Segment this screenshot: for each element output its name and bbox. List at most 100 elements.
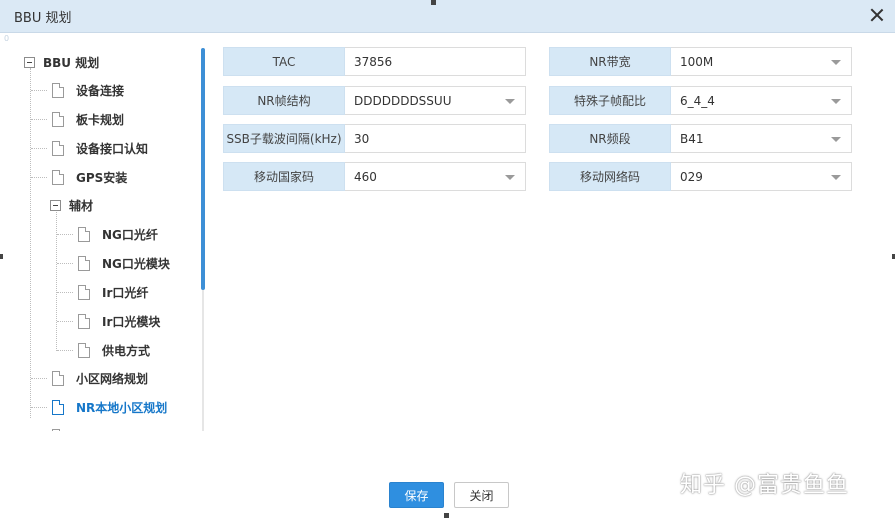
tree-scrollbar-track[interactable] (202, 290, 204, 431)
watermark: 知乎 @富贵鱼鱼 (680, 473, 849, 498)
tac-input[interactable]: 37856 (345, 47, 526, 76)
tree-connector (31, 177, 47, 178)
tree-node-device-connect[interactable]: 设备连接 (52, 78, 124, 102)
tree-node-label: BBU 规划 (43, 55, 100, 70)
tree-node-label: Ir口光纤 (102, 285, 149, 300)
navigation-tree: BBU 规划 设备连接 板卡规划 设备接口认知 GPS安装 辅材 NG口光纤 N… (0, 40, 208, 431)
mnc-field: 移动网络码 029 (549, 162, 852, 191)
tree-connector (31, 148, 47, 149)
tree-node-label: NG口光纤 (102, 227, 158, 242)
collapse-icon[interactable] (50, 199, 61, 211)
tree-node-ng-optical-module[interactable]: NG口光模块 (78, 251, 170, 275)
save-button[interactable]: 保存 (389, 482, 444, 508)
tree-connector (31, 90, 47, 91)
chevron-down-icon[interactable] (831, 99, 841, 104)
tree-connector (57, 350, 73, 351)
document-icon (78, 226, 90, 242)
mcc-field: 移动国家码 460 (223, 162, 526, 191)
ssb-subcarrier-spacing-label: SSB子载波间隔(kHz) (223, 124, 345, 153)
tree-connector (31, 119, 47, 120)
tree-node-interface-recognition[interactable]: 设备接口认知 (52, 136, 148, 160)
mnc-value: 029 (680, 169, 703, 184)
tree-node-label: Ir口光模块 (102, 314, 161, 329)
mnc-label: 移动网络码 (549, 162, 671, 191)
tree-connector (57, 321, 73, 322)
close-button[interactable]: 关闭 (454, 482, 509, 508)
mcc-value: 460 (354, 169, 377, 184)
chevron-down-icon[interactable] (831, 60, 841, 65)
resize-handle-top[interactable] (431, 0, 436, 5)
nr-band-label: NR频段 (549, 124, 671, 153)
tree-connector (57, 234, 73, 235)
ssb-subcarrier-spacing-value: 30 (354, 131, 370, 146)
tac-field: TAC 37856 (223, 47, 526, 76)
tree-node-ir-fiber[interactable]: Ir口光纤 (78, 280, 148, 304)
dialog-title: BBU 规划 (14, 11, 72, 26)
nr-band-field: NR频段 B41 (549, 124, 852, 153)
tree-node-label: 板卡规划 (76, 112, 125, 127)
dialog-title-bar: BBU 规划 (0, 0, 895, 33)
tree-node-gps-install[interactable]: GPS安装 (52, 165, 127, 189)
document-icon (52, 82, 64, 98)
nr-bandwidth-value: 100M (680, 54, 714, 69)
nr-frame-structure-select[interactable]: DDDDDDDSSUU (345, 86, 526, 115)
tree-connector (30, 68, 31, 418)
special-subframe-ratio-select[interactable]: 6_4_4 (671, 86, 852, 115)
tree-node-bbu-root[interactable]: BBU 规划 (24, 50, 99, 74)
tree-node-accessories[interactable]: 辅材 (50, 193, 93, 217)
tree-node-label: NR本地小区规划 (76, 400, 168, 415)
tree-connector (57, 263, 73, 264)
close-icon[interactable] (867, 5, 887, 25)
special-subframe-ratio-value: 6_4_4 (680, 93, 715, 108)
tree-node-nr-local-cell-planning[interactable]: NR本地小区规划 (52, 395, 167, 419)
mcc-label: 移动国家码 (223, 162, 345, 191)
tree-connector (56, 212, 57, 351)
tree-node-partial[interactable] (52, 424, 76, 431)
document-icon (52, 140, 64, 156)
ssb-subcarrier-spacing-field: SSB子载波间隔(kHz) 30 (223, 124, 526, 153)
nr-bandwidth-label: NR带宽 (549, 47, 671, 76)
tree-node-cell-network-planning[interactable]: 小区网络规划 (52, 366, 148, 390)
tree-node-label: NG口光模块 (102, 256, 170, 271)
tree-connector (31, 378, 47, 379)
document-icon (78, 255, 90, 271)
tree-node-label: 辅材 (69, 198, 94, 213)
tree-node-label: 供电方式 (102, 343, 151, 358)
document-icon (52, 428, 64, 431)
document-icon (52, 111, 64, 127)
tree-connector (57, 292, 73, 293)
tree-node-ir-optical-module[interactable]: Ir口光模块 (78, 309, 160, 333)
document-icon (52, 370, 64, 386)
nr-band-select[interactable]: B41 (671, 124, 852, 153)
resize-handle-bottom[interactable] (444, 513, 449, 518)
tree-connector (31, 407, 47, 408)
nr-frame-structure-field: NR帧结构 DDDDDDDSSUU (223, 86, 526, 115)
document-icon (52, 169, 64, 185)
nr-frame-structure-label: NR帧结构 (223, 86, 345, 115)
tree-node-ng-fiber[interactable]: NG口光纤 (78, 222, 158, 246)
tree-node-label: GPS安装 (76, 170, 128, 185)
tree-node-power-supply[interactable]: 供电方式 (78, 338, 150, 362)
chevron-down-icon[interactable] (831, 175, 841, 180)
tac-value: 37856 (354, 54, 393, 69)
document-icon (52, 399, 64, 415)
nr-frame-structure-value: DDDDDDDSSUU (354, 93, 452, 108)
document-icon (78, 284, 90, 300)
special-subframe-ratio-field: 特殊子帧配比 6_4_4 (549, 86, 852, 115)
nr-bandwidth-field: NR带宽 100M (549, 47, 852, 76)
collapse-icon[interactable] (24, 56, 35, 68)
chevron-down-icon[interactable] (505, 175, 515, 180)
special-subframe-ratio-label: 特殊子帧配比 (549, 86, 671, 115)
tree-scrollbar-thumb[interactable] (201, 48, 205, 290)
mcc-select[interactable]: 460 (345, 162, 526, 191)
chevron-down-icon[interactable] (505, 99, 515, 104)
tree-node-label: 小区网络规划 (76, 371, 149, 386)
ssb-subcarrier-spacing-input[interactable]: 30 (345, 124, 526, 153)
tree-node-board-planning[interactable]: 板卡规划 (52, 107, 124, 131)
tree-node-label: 设备连接 (76, 83, 125, 98)
mnc-select[interactable]: 029 (671, 162, 852, 191)
tree-node-label: 设备接口认知 (76, 141, 149, 156)
nr-bandwidth-select[interactable]: 100M (671, 47, 852, 76)
chevron-down-icon[interactable] (831, 137, 841, 142)
document-icon (78, 342, 90, 358)
